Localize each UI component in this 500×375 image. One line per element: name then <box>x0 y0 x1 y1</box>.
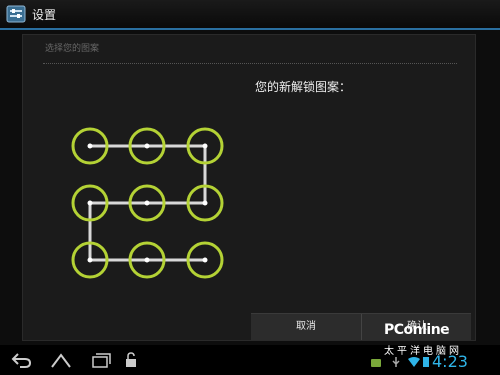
screen-lock-icon[interactable] <box>124 351 138 369</box>
pconline-watermark: PConline 太平洋电脑网 <box>384 318 492 372</box>
pattern-prompt: 您的新解锁图案： <box>255 80 352 94</box>
header-divider <box>43 63 457 64</box>
back-icon[interactable] <box>10 351 32 369</box>
app-title: 设置 <box>32 8 57 22</box>
dialog-header: 选择您的图案 <box>45 44 100 54</box>
cancel-button[interactable]: 取消 <box>251 314 361 340</box>
home-icon[interactable] <box>50 351 72 369</box>
settings-icon[interactable] <box>6 4 26 24</box>
unlock-pattern-grid[interactable] <box>59 123 239 283</box>
title-bar: 设置 <box>0 0 500 30</box>
recent-apps-icon[interactable] <box>90 351 112 369</box>
watermark-tagline: 太平洋电脑网 <box>384 346 462 357</box>
android-debug-icon <box>371 359 381 367</box>
watermark-brand: PConline <box>384 322 450 338</box>
pattern-dialog: 选择您的图案 您的新解锁图案： 取消 确认 <box>22 34 476 341</box>
